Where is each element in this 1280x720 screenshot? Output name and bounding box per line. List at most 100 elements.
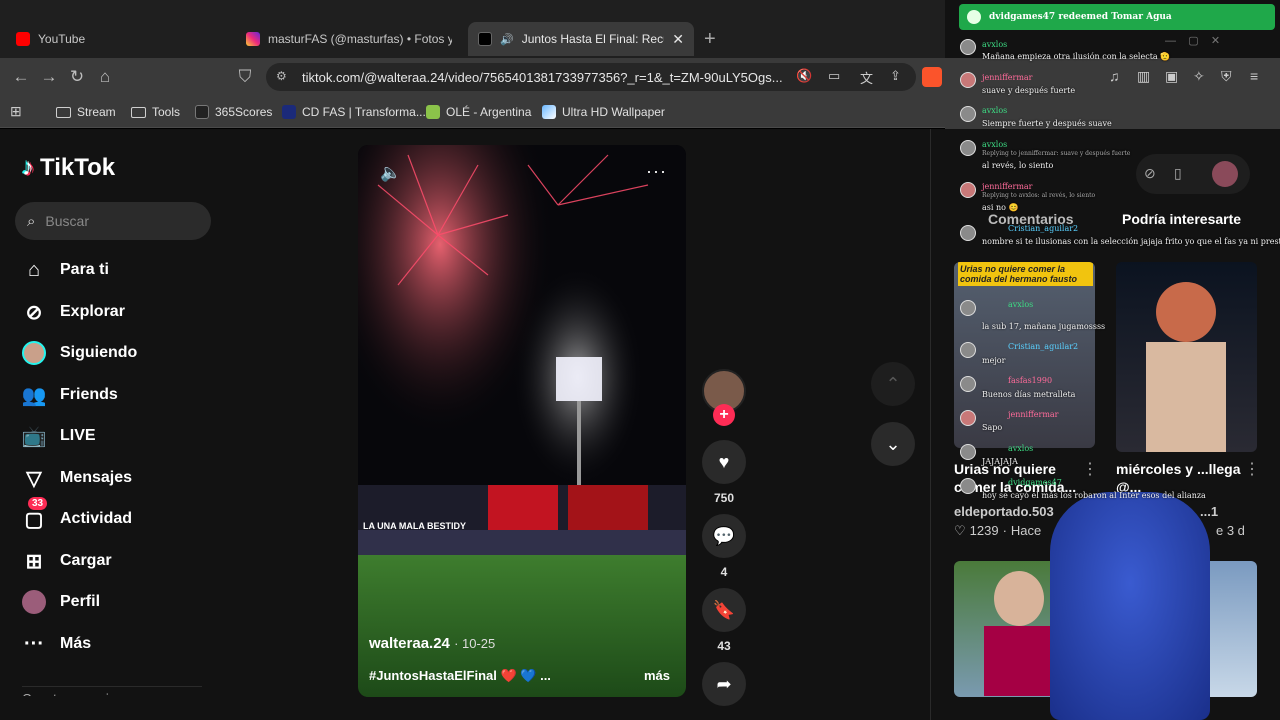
bookmark-label: OLÉ - Argentina xyxy=(446,105,532,119)
brave-shield-icon[interactable] xyxy=(922,67,942,87)
wallpaper-icon xyxy=(542,105,556,119)
share-button[interactable]: ➦ xyxy=(702,662,746,706)
video-mode-pill: ⊘ ▯ xyxy=(1136,154,1250,194)
bookmark-stream[interactable]: Stream xyxy=(56,102,116,122)
more-caption-link[interactable]: más xyxy=(644,668,670,683)
reload-icon[interactable]: ↻ xyxy=(66,66,88,88)
suggestion-author-2[interactable]: ...1 xyxy=(1200,504,1218,519)
close-tab-icon[interactable]: ✕ xyxy=(672,31,684,48)
bookmark-icon: 🔖 xyxy=(712,599,736,620)
blue-mascot-overlay xyxy=(1050,492,1210,720)
translate-icon[interactable]: 文 xyxy=(860,68,873,87)
inbox-icon: ▢ 33 xyxy=(22,497,48,531)
video-player[interactable]: 🔈 ··· LA UNA MALA BESTIDY walteraa.24 · … xyxy=(358,145,686,697)
video-author-row[interactable]: walteraa.24 · 10-25 xyxy=(369,635,495,652)
heart-outline-icon: ♡ xyxy=(954,523,966,538)
tab-tiktok-active[interactable]: 🔊 Juntos Hasta El Final: Recuerd ✕ xyxy=(468,22,694,56)
address-bar[interactable]: ⚙ tiktok.com/@walteraa.24/video/75654013… xyxy=(266,63,916,91)
apps-grid-icon[interactable]: ⊞ xyxy=(10,103,27,120)
nav-friends[interactable]: 👥 Friends xyxy=(22,383,118,407)
suggestion-author-1[interactable]: eldeportado.503 xyxy=(954,504,1054,519)
suggestion-time-2: e 3 d xyxy=(1216,523,1245,538)
bookmark-ole[interactable]: OLÉ - Argentina xyxy=(426,102,531,122)
chat-avatar xyxy=(960,39,976,55)
new-tab-icon[interactable]: + xyxy=(704,28,716,51)
search-input[interactable]: ⌕ Buscar xyxy=(15,202,211,240)
nav-mensajes[interactable]: ▽ Mensajes xyxy=(22,466,132,490)
chat-message: mejor xyxy=(982,356,1006,365)
nav-perfil[interactable]: Perfil xyxy=(22,590,100,614)
chat-message: nombre si te ilusionas con la selección … xyxy=(982,237,1280,246)
nav-label: Perfil xyxy=(60,593,101,610)
bookmark-wallpaper[interactable]: Ultra HD Wallpaper xyxy=(542,102,665,122)
menu-icon[interactable]: ≡ xyxy=(1250,68,1258,84)
chevron-down-icon: ⌄ xyxy=(885,433,901,454)
more-vert-icon[interactable]: ⋮ xyxy=(1082,459,1098,479)
cdfas-icon xyxy=(282,105,296,119)
compass-icon[interactable]: ⊘ xyxy=(1144,165,1156,182)
back-icon[interactable]: ← xyxy=(10,66,32,88)
bookmark-365scores[interactable]: 365Scores xyxy=(195,102,272,122)
volume-icon[interactable]: 🔈 xyxy=(380,163,401,183)
bookmark-cdfas[interactable]: CD FAS | Transforma... xyxy=(282,102,426,122)
search-icon: ⌕ xyxy=(27,212,36,230)
mute-icon[interactable]: 🔇 xyxy=(796,68,812,84)
like-button[interactable]: ♥ xyxy=(702,440,746,484)
leo-icon[interactable]: ✧ xyxy=(1193,68,1205,85)
chat-username: fasfas1990 xyxy=(1008,376,1053,385)
bookmark-icon[interactable]: ⛉ xyxy=(234,66,256,88)
comment-button[interactable]: 💬 xyxy=(702,514,746,558)
speaker-icon: 🔊 xyxy=(500,33,514,46)
nav-live[interactable]: 📺 LIVE xyxy=(22,424,96,448)
chat-username: avxlos xyxy=(982,40,1008,49)
music-icon[interactable]: ♫ xyxy=(1109,68,1120,84)
bookmark-tools[interactable]: Tools xyxy=(131,102,180,122)
chat-message: suave y después fuerte xyxy=(982,86,1076,95)
video-author[interactable]: walteraa.24 xyxy=(369,635,450,652)
tiktok-logo[interactable]: ♪ TikTok xyxy=(22,154,115,182)
follow-plus-icon[interactable]: + xyxy=(713,404,735,426)
nav-siguiendo[interactable]: Siguiendo xyxy=(22,341,137,365)
wallet-icon[interactable]: ▣ xyxy=(1165,68,1178,85)
suggestion-meta-1: ♡ 1239 · Hace xyxy=(954,523,1042,538)
site-info-icon[interactable]: ⚙ xyxy=(276,69,287,83)
vpn-icon[interactable]: ⛨ xyxy=(1221,68,1232,85)
tab-instagram[interactable]: masturFAS (@masturfas) • Fotos y vid xyxy=(236,22,462,56)
save-button[interactable]: 🔖 xyxy=(702,588,746,632)
cast-icon[interactable]: ▭ xyxy=(828,68,840,84)
forward-icon[interactable]: → xyxy=(38,66,60,88)
nav-explorar[interactable]: ⊘ Explorar xyxy=(22,300,125,324)
nav-cargar[interactable]: ⊞ Cargar xyxy=(22,549,112,573)
share-arrow-icon: ➦ xyxy=(716,673,732,694)
window-controls[interactable]: — ▢ ✕ xyxy=(1165,34,1220,47)
nav-actividad[interactable]: ▢ 33 Actividad xyxy=(22,497,133,531)
user-avatar[interactable] xyxy=(1212,161,1238,187)
previous-video-button[interactable]: ⌃ xyxy=(871,362,915,406)
video-frame xyxy=(358,145,686,697)
suggestion-thumbnail-2[interactable] xyxy=(1116,262,1257,452)
bookmark-label: Ultra HD Wallpaper xyxy=(562,105,665,119)
nav-mas[interactable]: ··· Más xyxy=(22,632,91,656)
more-options-icon[interactable]: ··· xyxy=(646,161,667,182)
tab-podria-interesarte[interactable]: Podría interesarte xyxy=(1122,211,1241,227)
tab-youtube[interactable]: YouTube xyxy=(6,22,232,56)
chat-avatar xyxy=(960,376,976,392)
redeem-alert: dvidgames47 redeemed Tomar Agua xyxy=(959,4,1275,30)
share-icon[interactable]: ⇪ xyxy=(890,68,901,84)
phone-icon[interactable]: ▯ xyxy=(1174,165,1182,182)
next-video-button[interactable]: ⌄ xyxy=(871,422,915,466)
chat-username: avxlos xyxy=(1008,444,1034,453)
send-icon: ▽ xyxy=(26,467,42,490)
sidebar-icon[interactable]: ▥ xyxy=(1137,68,1150,85)
alert-avatar xyxy=(967,10,981,24)
chat-message: Buenos días metralleta xyxy=(982,390,1076,399)
nav-label: LIVE xyxy=(60,427,96,444)
home-icon[interactable]: ⌂ xyxy=(94,66,116,88)
like-count: 750 xyxy=(713,491,735,505)
nav-label: Mensajes xyxy=(60,469,133,486)
nav-label: Para ti xyxy=(60,261,109,278)
more-vert-icon[interactable]: ⋮ xyxy=(1244,459,1260,479)
comment-count: 4 xyxy=(720,565,728,579)
nav-para-ti[interactable]: ⌂ Para ti xyxy=(22,258,109,282)
nav-label: Actividad xyxy=(60,510,133,527)
